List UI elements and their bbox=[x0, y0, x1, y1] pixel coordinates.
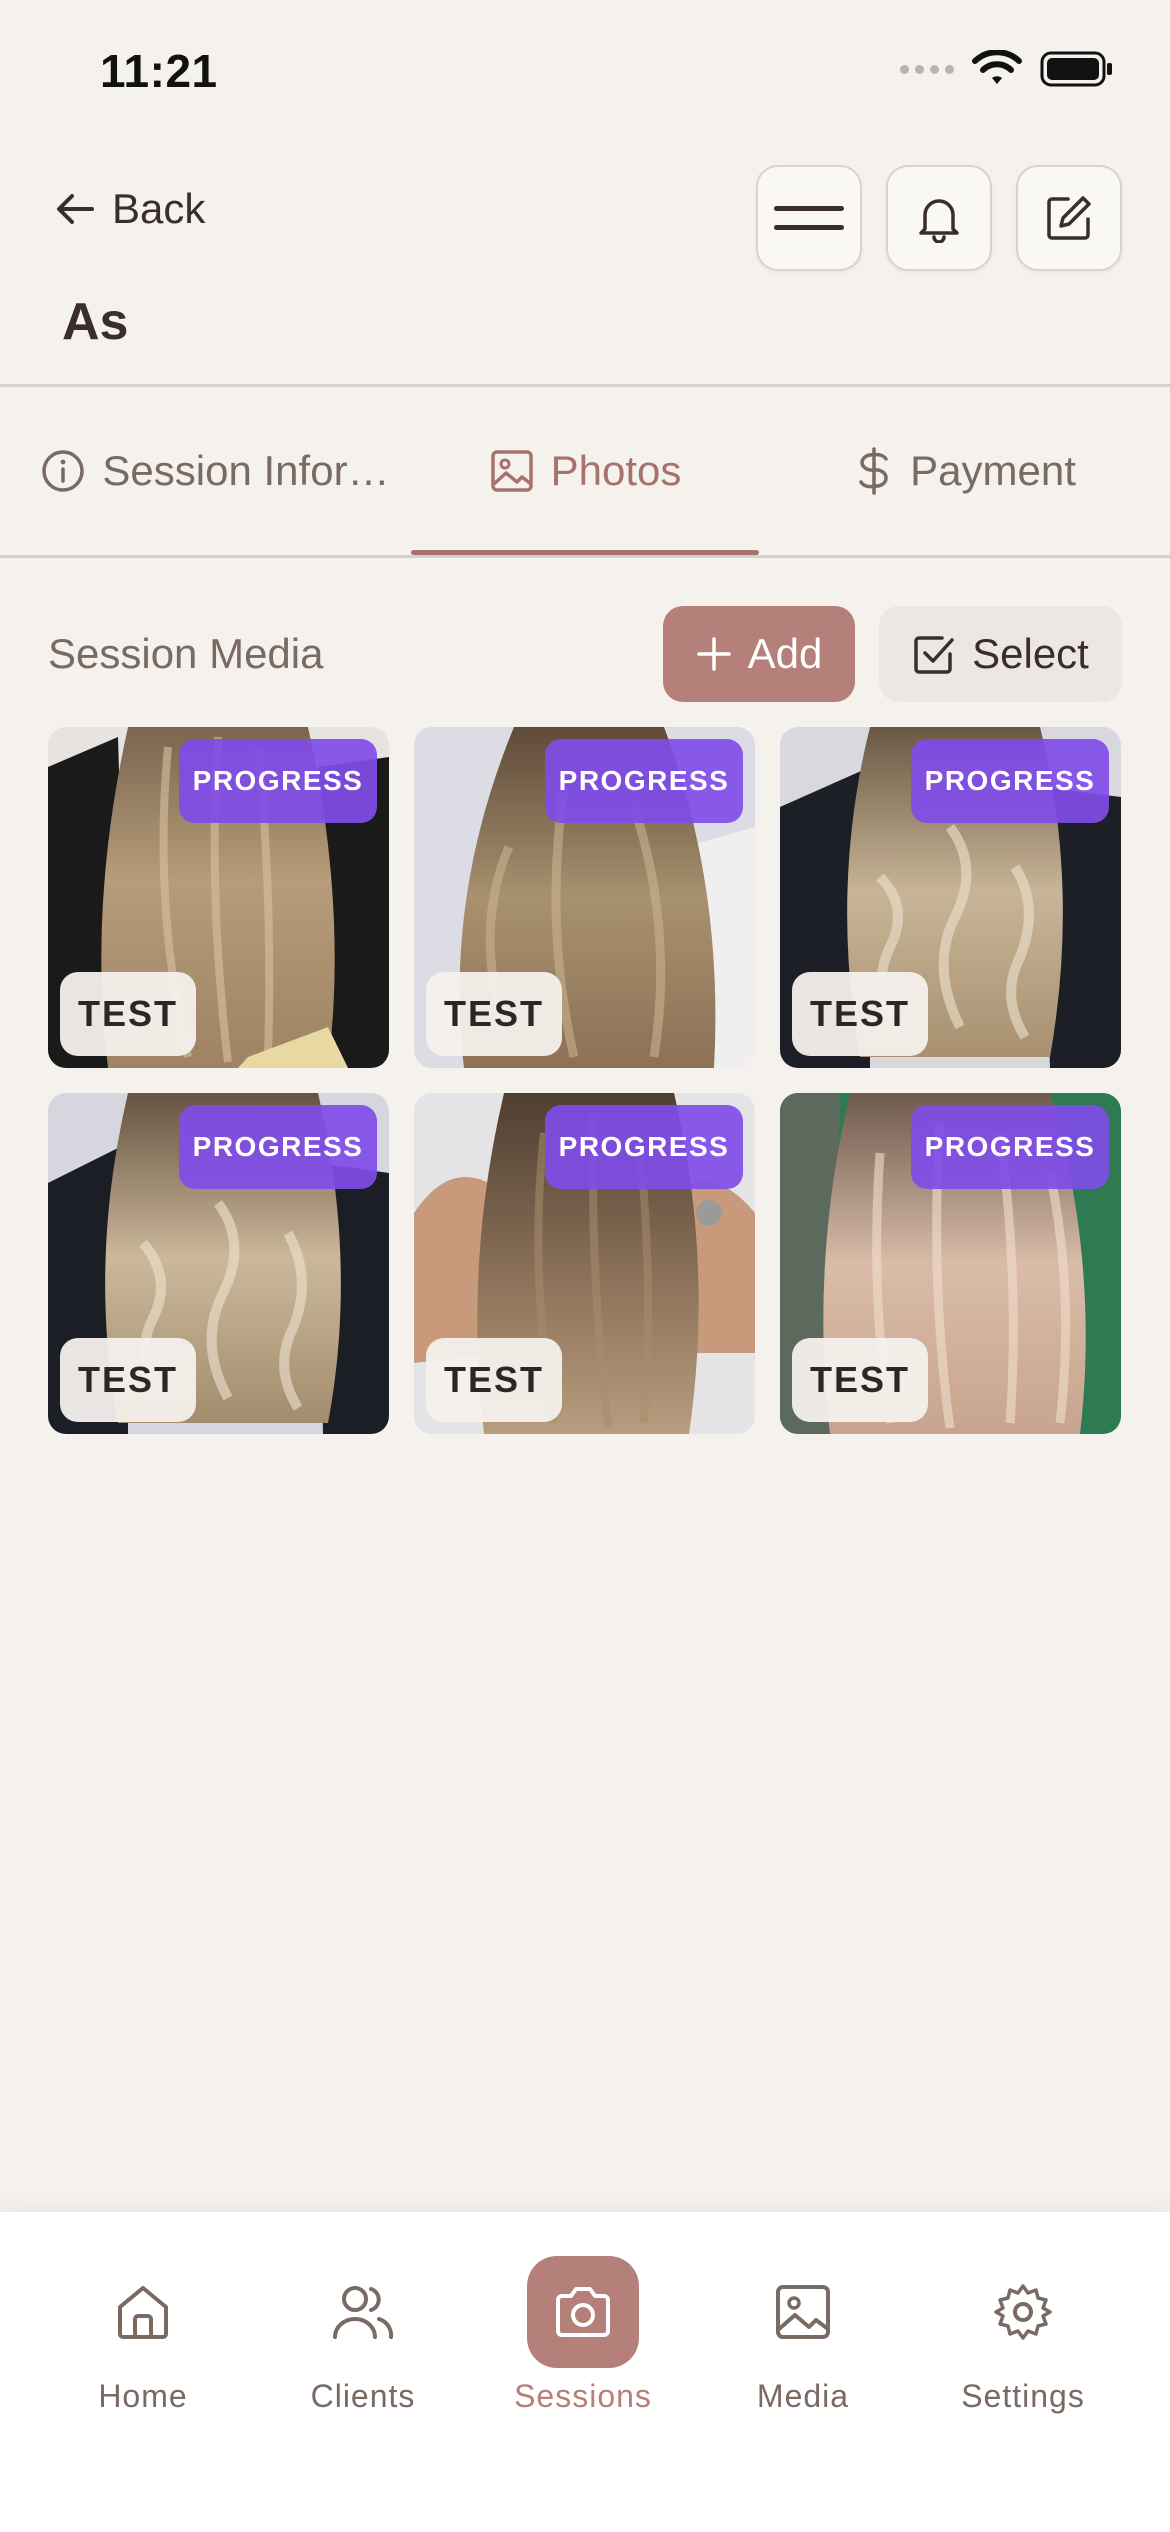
battery-icon bbox=[1040, 51, 1112, 87]
users-icon bbox=[333, 2286, 394, 2339]
image-icon bbox=[490, 450, 533, 492]
progress-badge: PROGRESS bbox=[179, 739, 377, 823]
home-icon bbox=[118, 2286, 168, 2339]
media-label: TEST bbox=[426, 1338, 562, 1422]
media-tile[interactable]: PROGRESS TEST bbox=[780, 727, 1121, 1068]
dollar-icon bbox=[859, 447, 888, 495]
progress-badge: PROGRESS bbox=[911, 1105, 1109, 1189]
tab-bar: Session Infor… Photos Payment bbox=[0, 387, 1170, 555]
plus-icon bbox=[696, 637, 731, 671]
tab-label: Session Infor… bbox=[102, 447, 390, 494]
page-title: As bbox=[62, 293, 129, 351]
media-tile[interactable]: PROGRESS TEST bbox=[414, 1093, 755, 1434]
header-actions bbox=[756, 165, 1122, 271]
progress-badge: PROGRESS bbox=[179, 1105, 377, 1189]
media-tile[interactable]: PROGRESS TEST bbox=[414, 727, 755, 1068]
nav-item-home[interactable]: Home bbox=[53, 2256, 233, 2415]
media-grid: PROGRESS TEST PROGRESS TEST PROGRESS TES… bbox=[48, 727, 1122, 1434]
checkbox-icon bbox=[914, 636, 954, 674]
media-label: TEST bbox=[792, 1338, 928, 1422]
select-button[interactable]: Select bbox=[879, 606, 1122, 702]
select-label: Select bbox=[972, 630, 1089, 677]
status-bar: 11:21 bbox=[0, 0, 1170, 150]
progress-badge: PROGRESS bbox=[545, 739, 743, 823]
menu-icon bbox=[774, 206, 844, 230]
progress-badge: PROGRESS bbox=[545, 1105, 743, 1189]
media-label: TEST bbox=[60, 1338, 196, 1422]
progress-badge: PROGRESS bbox=[911, 739, 1109, 823]
tab-label: Photos bbox=[550, 447, 682, 494]
image-icon bbox=[776, 2285, 830, 2339]
status-icons bbox=[900, 50, 1114, 88]
media-label: TEST bbox=[426, 972, 562, 1056]
edit-button[interactable] bbox=[1016, 165, 1122, 271]
back-button[interactable]: Back bbox=[52, 185, 205, 233]
nav-label: Media bbox=[756, 2378, 850, 2414]
tabs-divider bbox=[0, 555, 1170, 558]
info-icon bbox=[42, 450, 85, 492]
arrow-left-icon bbox=[57, 194, 94, 224]
media-label: TEST bbox=[792, 972, 928, 1056]
media-tile[interactable]: PROGRESS TEST bbox=[48, 1093, 389, 1434]
bottom-nav: Home Clients Sessions Media Settings bbox=[0, 2212, 1170, 2532]
media-label: TEST bbox=[60, 972, 196, 1056]
camera-icon bbox=[556, 2287, 610, 2337]
section-title: Session Media bbox=[48, 630, 324, 677]
edit-icon bbox=[1047, 196, 1091, 240]
add-button[interactable]: Add bbox=[663, 606, 855, 702]
nav-item-media[interactable]: Media bbox=[713, 2256, 893, 2415]
media-tile[interactable]: PROGRESS TEST bbox=[780, 1093, 1121, 1434]
nav-label: Settings bbox=[961, 2378, 1085, 2414]
nav-item-sessions[interactable]: Sessions bbox=[493, 2256, 673, 2415]
cellular-signal-icon bbox=[900, 64, 954, 74]
nav-label: Home bbox=[98, 2378, 188, 2414]
nav-label: Sessions bbox=[514, 2378, 652, 2414]
bell-icon bbox=[919, 199, 959, 243]
tab-photos[interactable]: Photos bbox=[410, 387, 760, 555]
nav-item-settings[interactable]: Settings bbox=[933, 2256, 1113, 2415]
tab-label: Payment bbox=[910, 447, 1076, 494]
tab-payment[interactable]: Payment bbox=[760, 387, 1170, 555]
notifications-button[interactable] bbox=[886, 165, 992, 271]
media-tile[interactable]: PROGRESS TEST bbox=[48, 727, 389, 1068]
menu-button[interactable] bbox=[756, 165, 862, 271]
back-label: Back bbox=[112, 185, 206, 232]
tab-session-information[interactable]: Session Infor… bbox=[0, 387, 410, 555]
nav-item-clients[interactable]: Clients bbox=[273, 2256, 453, 2415]
nav-label: Clients bbox=[310, 2378, 416, 2414]
add-label: Add bbox=[747, 630, 823, 677]
wifi-icon bbox=[972, 50, 1022, 84]
status-time: 11:21 bbox=[100, 45, 218, 97]
gear-icon bbox=[994, 2284, 1052, 2340]
